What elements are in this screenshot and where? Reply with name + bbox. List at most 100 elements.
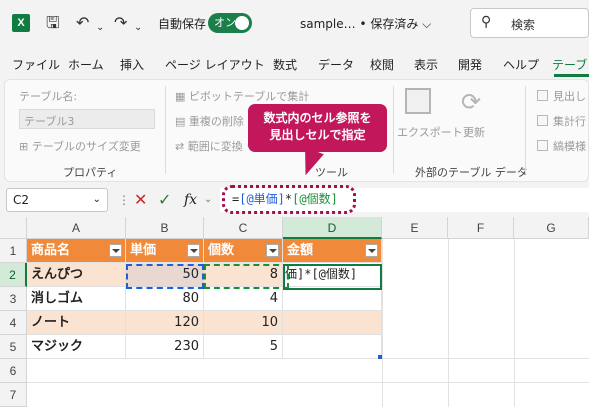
active-tab-indicator [554,74,589,77]
column-header-c[interactable]: C [204,217,283,239]
search-box[interactable]: ⚲ 検索 [470,8,589,38]
filter-dropdown-icon[interactable] [266,244,279,257]
tab-view[interactable]: 表示 [414,56,438,73]
table-cell[interactable]: 5 [204,335,283,359]
search-icon: ⚲ [481,14,492,30]
banded-rows-label: 縞模様 [553,140,586,153]
tab-developer[interactable]: 開発 [458,56,482,73]
more-options-icon[interactable]: ⋮ [118,190,130,210]
total-row-checkbox[interactable] [537,115,548,126]
banded-rows-checkbox[interactable] [537,140,548,151]
formula-highlight [222,185,356,214]
table-header-cell[interactable]: 商品名 [27,239,126,263]
grid-line [27,358,589,359]
convert-range-icon: ⇄ [175,140,188,153]
table-cell[interactable]: 120 [126,311,204,335]
group-external-data-label: 外部のテーブル データ [415,166,528,179]
reference-highlight-price [126,264,204,289]
tab-page-layout[interactable]: ページ レイアウト [165,56,265,73]
table-cell[interactable] [283,335,382,359]
tab-home[interactable]: ホーム [68,56,104,73]
autosave-toggle-label: オン [214,16,236,29]
table-cell[interactable]: 80 [126,287,204,311]
table-header-cell[interactable]: 単価 [126,239,204,263]
column-header-a[interactable]: A [27,217,126,239]
search-placeholder: 検索 [511,18,536,32]
table-header-cell[interactable]: 個数 [204,239,283,263]
file-name[interactable]: sample… • 保存済み ⌵ [300,15,431,32]
redo-dropdown-icon[interactable]: ⌄ [134,18,142,38]
ribbon-separator [393,86,394,174]
table-cell[interactable]: 230 [126,335,204,359]
excel-logo-icon: X [12,14,30,32]
remove-duplicates-button[interactable]: ▤ 重複の削除 [175,113,244,129]
table-cell[interactable]: ノート [27,311,126,335]
table-name-input[interactable]: テーブル3 [19,109,155,129]
header-amount: 金額 [287,243,314,258]
header-row-checkbox[interactable] [537,90,548,101]
refresh-icon: ⟳ [461,88,482,116]
row-header-3[interactable]: 3 [0,287,27,311]
reference-highlight-qty [204,264,289,289]
row-header-7[interactable]: 7 [0,383,27,407]
table-cell[interactable]: 4 [204,287,283,311]
row-header-2[interactable]: 2 [0,263,27,287]
redo-icon[interactable]: ↷ [114,13,127,33]
filter-dropdown-icon[interactable] [365,244,378,257]
table-cell[interactable] [283,287,382,311]
name-box-dropdown-icon[interactable]: ⌄ [93,189,101,211]
table-cell[interactable]: マジック [27,335,126,359]
remove-duplicates-label: 重複の削除 [188,115,244,128]
undo-dropdown-icon[interactable]: ⌄ [96,18,104,38]
formula-dropdown-icon[interactable]: ⌄ [204,190,212,210]
column-header-b[interactable]: B [126,217,204,239]
column-header-e[interactable]: E [382,217,448,239]
tab-insert[interactable]: 挿入 [120,56,144,73]
resize-icon: ⊞ [19,140,32,153]
convert-to-range-button[interactable]: ⇄ 範囲に変換 [175,138,243,154]
tab-review[interactable]: 校閲 [370,56,394,73]
table-cell[interactable]: 消しゴム [27,287,126,311]
column-header-f[interactable]: F [448,217,514,239]
tab-file[interactable]: ファイル [12,56,60,73]
export-button-label[interactable]: エクスポート [397,124,463,140]
row-header-4[interactable]: 4 [0,311,27,335]
refresh-button-label[interactable]: 更新 [463,124,485,140]
column-header-g[interactable]: G [514,217,589,239]
row-header-6[interactable]: 6 [0,359,27,383]
convert-to-range-label: 範囲に変換 [187,140,243,153]
pivot-icon: ▦ [175,90,189,103]
table-cell[interactable]: えんぴつ [27,263,126,287]
insert-function-icon[interactable]: fx [184,190,197,210]
cancel-icon[interactable]: ✕ [134,190,147,210]
annotation-callout: 数式内のセル参照を 見出しセルで指定 [248,104,387,152]
undo-icon[interactable]: ↶ [76,13,89,33]
tab-formulas[interactable]: 数式 [273,56,297,73]
header-unit-price: 単価 [130,243,157,258]
filter-dropdown-icon[interactable] [109,244,122,257]
name-box[interactable]: C2 ⌄ [6,188,108,212]
save-icon[interactable]: 🖫 [46,13,60,33]
select-all-corner[interactable] [0,217,27,239]
row-header-5[interactable]: 5 [0,335,27,359]
table-name-label: テーブル名: [19,90,78,103]
tab-data[interactable]: データ [318,56,354,73]
table-header-cell[interactable]: 金額 [283,239,382,263]
header-product-name: 商品名 [31,243,71,258]
pivot-summary-button[interactable]: ▦ ピボットテーブルで集計 [175,88,309,104]
tab-table-design[interactable]: テーブ [552,56,587,73]
tab-help[interactable]: ヘルプ [503,56,539,73]
title-bar: X 🖫 ↶ ⌄ ↷ ⌄ 自動保存 オン sample… • 保存済み ⌵ ⚲ 検… [0,0,589,46]
enter-icon[interactable]: ✓ [158,190,171,210]
table-resize-handle[interactable] [378,355,382,359]
autosave-toggle[interactable]: オン [208,13,252,33]
resize-table-button[interactable]: ⊞ テーブルのサイズ変更 [19,138,141,154]
table-cell[interactable] [283,311,382,335]
table-cell[interactable]: 10 [204,311,283,335]
active-cell-border [283,264,382,290]
filter-dropdown-icon[interactable] [187,244,200,257]
remove-duplicates-icon: ▤ [175,115,189,128]
row-header-1[interactable]: 1 [0,239,27,263]
column-header-d[interactable]: D [283,217,382,239]
ribbon-tabs: ファイル ホーム 挿入 ページ レイアウト 数式 データ 校閲 表示 開発 ヘル… [0,52,589,76]
